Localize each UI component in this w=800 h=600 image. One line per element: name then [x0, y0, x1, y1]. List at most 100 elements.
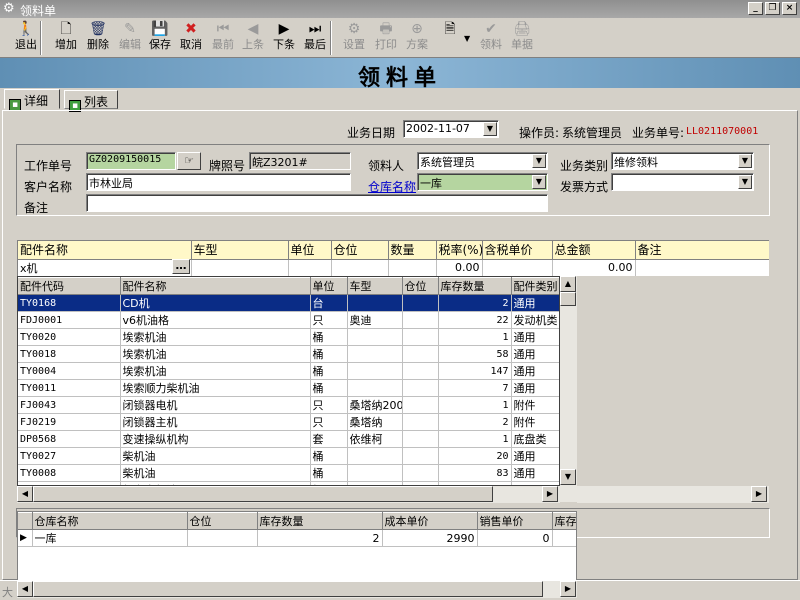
detail-column-header[interactable]: 数量 [388, 241, 437, 260]
detail-column-header[interactable]: 税率(%) [436, 241, 483, 260]
detail-cell[interactable] [635, 259, 769, 276]
date-dropdown-icon[interactable]: ▼ [483, 122, 497, 136]
detail-column-header[interactable]: 备注 [635, 241, 769, 260]
date-field[interactable]: 2002-11-07 ▼ [403, 120, 499, 138]
detail-column-header[interactable]: 仓位 [331, 241, 389, 260]
detail-cell[interactable]: 0.00 [552, 259, 636, 276]
table-row[interactable]: TY0027 柴机油桶 20 通用 [18, 447, 559, 465]
scroll-up-icon[interactable]: ▲ [560, 276, 576, 292]
stock-hscroll[interactable]: ◀ ▶ [17, 581, 577, 598]
detail-column-header[interactable]: 总金额 [552, 241, 636, 260]
close-icon[interactable]: × [782, 2, 797, 15]
remark-field[interactable] [86, 194, 548, 212]
stock-column-header[interactable]: 仓位 [187, 512, 258, 530]
toolbar-button-8[interactable]: ▶ 下条 [268, 20, 300, 56]
stock-cell[interactable]: 2990 [382, 529, 478, 547]
detail-cell[interactable] [288, 259, 332, 276]
table-row[interactable]: FJ0043闭锁器电机只桑塔纳2000 1附件 [18, 396, 559, 414]
table-row[interactable]: TY0008 柴机油桶 83 通用 [18, 464, 559, 482]
detail-column-header[interactable]: 单位 [288, 241, 332, 260]
detail-cell[interactable] [191, 259, 289, 276]
toolbar-button-14[interactable]: ✔ 领料 [475, 20, 507, 56]
toolbar-button-2[interactable]: 🗑 删除 [82, 20, 114, 56]
table-row[interactable]: TY0168 CD机台 2 通用 [18, 294, 559, 312]
stock-cell[interactable] [187, 529, 258, 547]
parts-column-header[interactable]: 配件名称 [120, 277, 311, 295]
table-row[interactable]: FJ0219 闭锁器主机只桑塔纳 2 附件 [18, 413, 559, 431]
restore-icon[interactable]: ❐ [765, 2, 780, 15]
warehouse-link[interactable]: 仓库名称 [368, 178, 416, 195]
toolbar-button-5[interactable]: ✖ 取消 [175, 20, 207, 56]
warehouse-dropdown-icon[interactable]: ▼ [532, 175, 546, 189]
parts-list[interactable]: 配件代码 配件名称 单位 车型 仓位 库存数量 配件类别 TY0168 CD机台 2 通用 FDJ0… [17, 276, 560, 486]
stock-cell[interactable]: 一库 [32, 529, 188, 547]
parts-column-header[interactable]: 单位 [310, 277, 348, 295]
scroll-down-icon[interactable]: ▼ [560, 469, 576, 485]
toolbar-button-15[interactable]: 🖨 单据 [506, 20, 538, 56]
parts-column-header[interactable]: 配件代码 [18, 277, 121, 295]
stock-column-header[interactable]: 成本单价 [382, 512, 478, 530]
toolbar-button-7[interactable]: ◀ 上条 [237, 20, 269, 56]
stock-cell[interactable]: 2 [257, 529, 383, 547]
customer-field[interactable]: 市林业局 [86, 173, 351, 191]
stock-column-header[interactable]: 仓库名称 [32, 512, 188, 530]
stock-column-header[interactable]: 库存 [552, 512, 576, 530]
hscroll-thumb[interactable] [33, 486, 493, 502]
invoice-dropdown-icon[interactable]: ▼ [738, 175, 752, 189]
toolbar-button-9[interactable]: ⏭ 最后 [299, 20, 331, 56]
stock-scroll-left-icon[interactable]: ◀ [17, 581, 33, 597]
detail-cell[interactable] [482, 259, 553, 276]
toolbar-button-0[interactable]: 🚶 退出 [10, 20, 42, 56]
toolbar-button-3[interactable]: ✎ 编辑 [114, 20, 146, 56]
dropdown-arrow-icon[interactable]: ▼ [464, 34, 470, 43]
scroll-right-icon[interactable]: ▶ [542, 486, 558, 502]
detail-cell[interactable]: x机 [18, 259, 192, 276]
table-row[interactable]: FDJ0001 v6机油格只奥迪 22 发动机类 [18, 311, 559, 329]
tab-detail[interactable]: ▪ 详细 [4, 89, 60, 111]
stock-column-header[interactable]: 库存数量 [257, 512, 383, 530]
detail-column-header[interactable]: 配件名称 [18, 241, 192, 260]
scroll-left-icon[interactable]: ◀ [17, 486, 33, 502]
toolbar-button-13[interactable]: 🗎 ▼ [434, 20, 470, 56]
tab-list[interactable]: ▪ 列表 [64, 90, 118, 112]
work-order-lookup-icon[interactable]: ☞ [177, 152, 201, 170]
parts-column-header[interactable]: 仓位 [402, 277, 439, 295]
toolbar-button-6[interactable]: ⏮ 最前 [207, 20, 239, 56]
biz-type-dropdown-icon[interactable]: ▼ [738, 154, 752, 168]
parts-list-vscroll[interactable]: ▲ ▼ [560, 276, 577, 502]
table-row[interactable]: TY0011 埃索顺力柴机油桶 7 通用 [18, 379, 559, 397]
receiver-dropdown-icon[interactable]: ▼ [532, 154, 546, 168]
part-lookup-button[interactable]: … [172, 259, 190, 274]
warehouse-select[interactable]: 一库 ▼ [417, 173, 548, 191]
detail-grid-hscroll[interactable]: ▶ [577, 486, 769, 503]
parts-column-header[interactable]: 车型 [347, 277, 403, 295]
detail-cell[interactable]: 0.00 [436, 259, 483, 276]
receiver-select[interactable]: 系统管理员 ▼ [417, 152, 548, 170]
table-row[interactable]: TY0018 埃索机油桶 58 通用 [18, 345, 559, 363]
table-row[interactable]: TY0004 埃索机油桶 147 通用 [18, 362, 559, 380]
minimize-icon[interactable]: _ [748, 2, 763, 15]
work-order-field[interactable]: GZ0209150015 [86, 152, 176, 170]
detail-column-header[interactable]: 车型 [191, 241, 289, 260]
biz-type-select[interactable]: 维修领料 ▼ [611, 152, 754, 170]
stock-cell[interactable]: 0 [477, 529, 553, 547]
invoice-select[interactable]: ▼ [611, 173, 754, 191]
stock-column-header[interactable]: 销售单价 [477, 512, 553, 530]
parts-column-header[interactable]: 配件类别 [511, 277, 559, 295]
detail-column-header[interactable]: 含税单价 [482, 241, 553, 260]
detail-cell[interactable] [388, 259, 437, 276]
stock-hscroll-thumb[interactable] [33, 581, 543, 597]
parts-column-header[interactable]: 库存数量 [438, 277, 512, 295]
plate-field[interactable]: 皖Z3201# [249, 152, 351, 170]
stock-cell[interactable] [552, 529, 576, 547]
parts-list-hscroll[interactable]: ◀ ▶ [17, 486, 560, 503]
detail-cell[interactable] [331, 259, 389, 276]
toolbar-button-11[interactable]: 🖶 打印 [370, 20, 402, 56]
scroll-thumb[interactable] [560, 292, 576, 306]
toolbar-button-4[interactable]: 💾 保存 [144, 20, 176, 56]
detail-scroll-right-icon[interactable]: ▶ [751, 486, 767, 502]
stock-scroll-right-icon[interactable]: ▶ [560, 581, 576, 597]
toolbar-button-10[interactable]: ⚙ 设置 [338, 20, 370, 56]
table-row[interactable]: DP0568 变速操纵机构套依维柯 1 底盘类 [18, 430, 559, 448]
table-row[interactable]: TY0020 埃索机油桶 1 通用 [18, 328, 559, 346]
